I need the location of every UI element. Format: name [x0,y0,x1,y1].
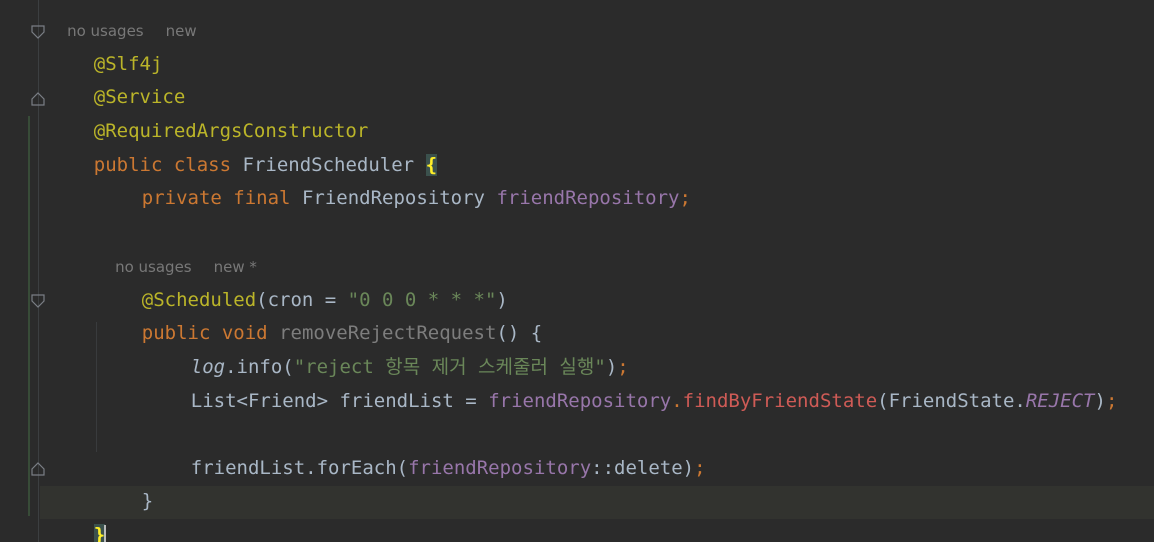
fold-collapse-icon[interactable] [30,293,46,309]
code-line[interactable]: @Service [48,48,186,108]
brace-token: } [141,490,154,512]
text-caret [104,524,107,542]
type-token: FriendRepository [301,187,485,209]
keyword-token: final [233,187,291,209]
dot-token: . [671,390,683,412]
code-line[interactable]: private final FriendRepository friendRep… [96,149,691,209]
paren-token: ) [1094,390,1106,412]
current-line-highlight [40,486,1154,519]
keyword-token: private [141,187,222,209]
method-call-token: findByFriendState [682,390,878,412]
code-line[interactable]: public class FriendScheduler { [48,116,438,176]
declaration-token: List<Friend> friendList = [190,390,489,412]
semicolon-token: ; [1105,390,1118,412]
fold-expand-icon[interactable] [30,461,46,477]
code-line[interactable]: } [48,486,107,542]
code-vision-hint[interactable]: no usages new [48,0,197,40]
code-line[interactable]: @Scheduled(cron = "0 0 0 * * *") [96,251,508,311]
fold-collapse-icon[interactable] [30,24,46,40]
code-editor[interactable]: no usages new @Slf4j @Service @RequiredAr… [0,0,1154,542]
field-token: friendRepository [496,187,680,209]
author-hint[interactable]: new [166,22,197,40]
enum-constant-token: REJECT [1025,390,1095,412]
fold-expand-icon[interactable] [30,91,46,107]
code-line[interactable]: List<Friend> friendList = friendReposito… [145,352,1118,412]
field-token: friendRepository [408,457,592,479]
code-line[interactable]: friendList.forEach(friendRepository::del… [145,419,706,479]
semicolon-token: ; [679,187,691,209]
code-line[interactable]: log.info("reject 항목 제거 스케줄러 실행"); [145,318,629,378]
change-marker-bar [28,116,30,516]
method-ref-token: ::delete) [591,457,695,479]
code-line[interactable]: @Slf4j [48,15,163,75]
code-line[interactable]: @RequiredArgsConstructor [48,82,369,142]
code-vision-hint[interactable]: no usages new * [96,218,257,276]
field-token: friendRepository [488,390,672,412]
code-line[interactable]: public void removeRejectRequest() { [96,284,542,344]
code-line[interactable]: } [96,452,153,512]
argument-token: (FriendState. [877,390,1026,412]
semicolon-token: ; [694,457,706,479]
call-token: friendList.forEach( [190,457,409,479]
